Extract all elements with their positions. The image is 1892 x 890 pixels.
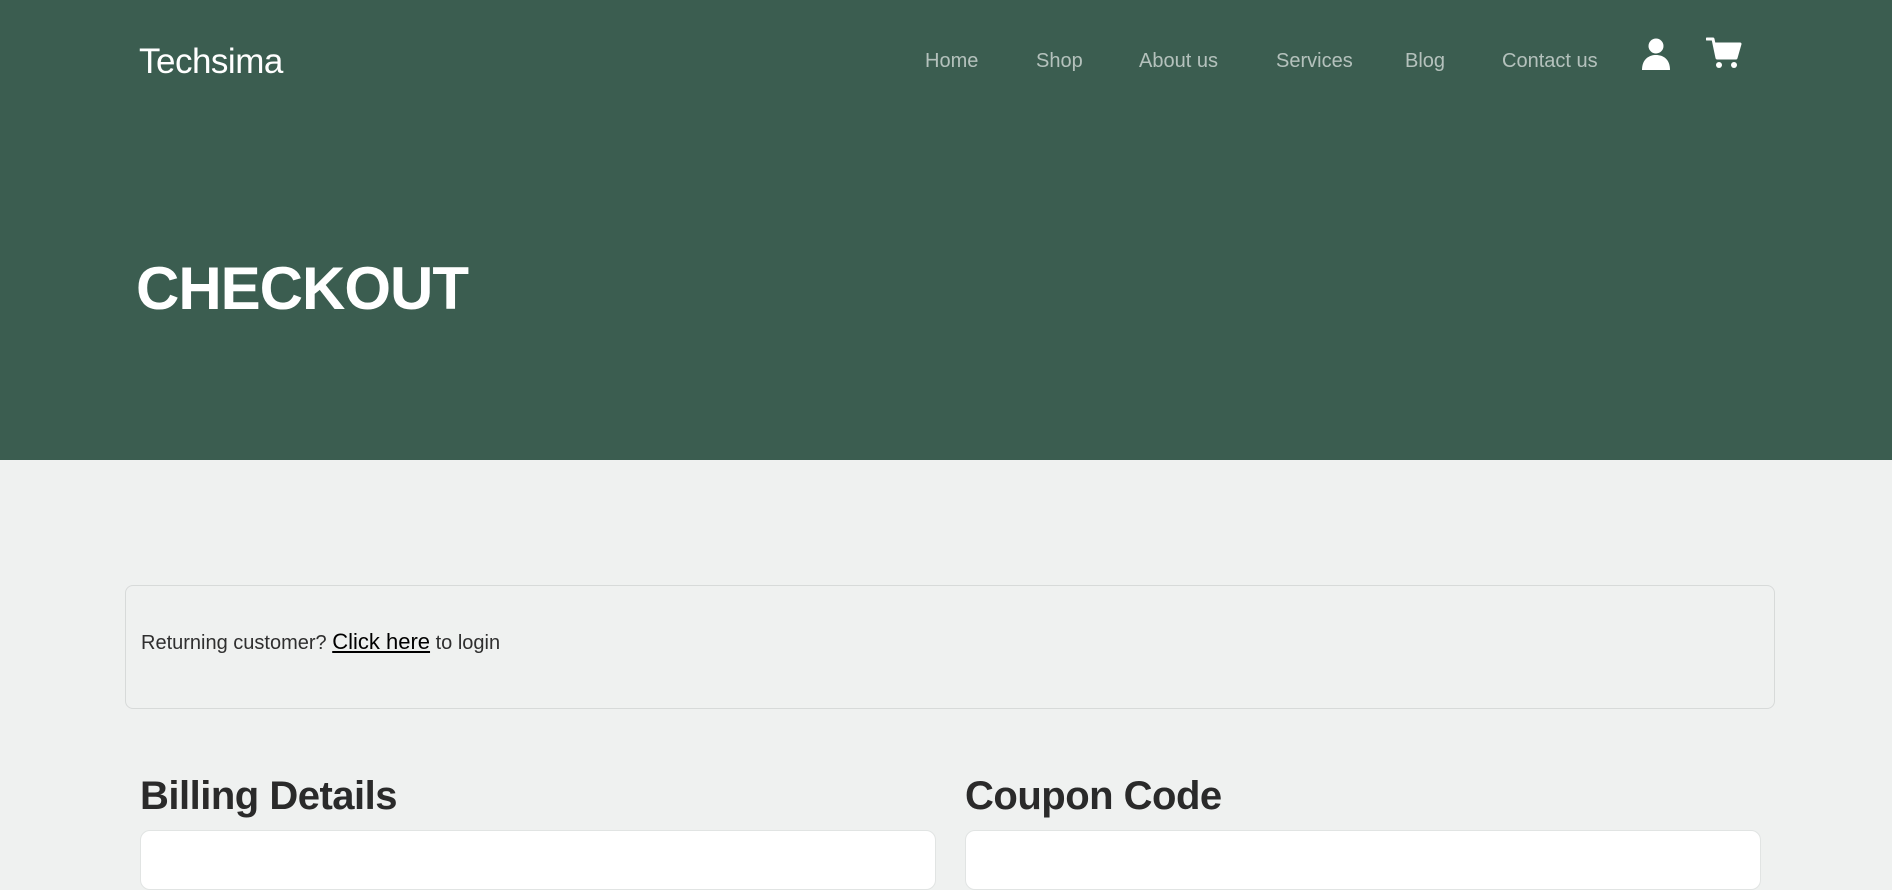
- nav-item-shop[interactable]: Shop: [1036, 50, 1083, 73]
- notice-prefix: Returning customer?: [141, 632, 327, 654]
- nav-item-blog[interactable]: Blog: [1405, 50, 1445, 73]
- notice-suffix: to login: [435, 632, 501, 654]
- login-link[interactable]: Click here: [332, 629, 430, 654]
- nav-item-contact-us[interactable]: Contact us: [1502, 50, 1598, 73]
- main-nav: Home Shop About us Services Blog Contact…: [0, 50, 1892, 80]
- billing-details-panel: [140, 830, 936, 890]
- user-icon[interactable]: [1641, 36, 1671, 75]
- nav-item-about-us[interactable]: About us: [1139, 50, 1218, 73]
- returning-customer-notice: Returning customer? Click here to login: [125, 585, 1775, 709]
- nav-item-home[interactable]: Home: [925, 50, 978, 73]
- cart-icon[interactable]: [1705, 36, 1742, 75]
- coupon-code-heading: Coupon Code: [965, 774, 1222, 818]
- coupon-code-panel: [965, 830, 1761, 890]
- nav-item-services[interactable]: Services: [1276, 50, 1353, 73]
- hero-section: Techsima Home Shop About us Services Blo…: [0, 0, 1892, 460]
- notice-text: Returning customer? Click here to login: [141, 629, 500, 655]
- page-title: CHECKOUT: [136, 255, 469, 322]
- billing-details-heading: Billing Details: [140, 774, 398, 818]
